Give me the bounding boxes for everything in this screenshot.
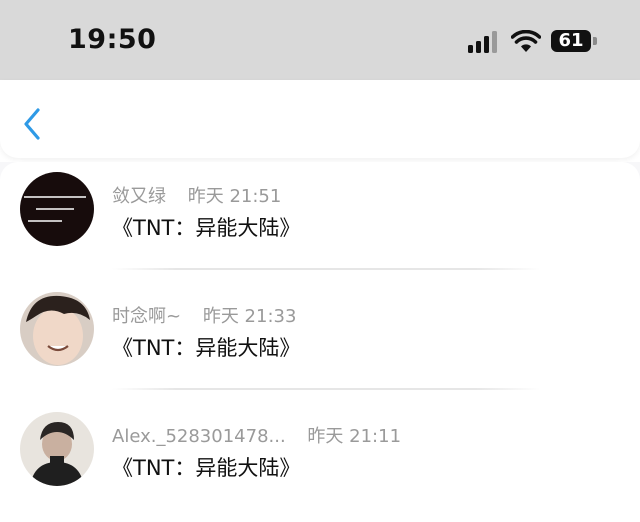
avatar[interactable] — [20, 292, 94, 366]
comment-time: 昨天 21:11 — [307, 426, 402, 447]
list-item[interactable]: 时念啊~ 昨天 21:33 《TNT：异能大陆》 — [0, 282, 640, 402]
battery-icon: 61 — [551, 30, 599, 54]
battery-tip — [593, 37, 597, 45]
user-name[interactable]: 敛又绿 — [112, 186, 166, 207]
comment-meta: Alex._528301478... 昨天 21:11 — [112, 422, 401, 448]
comment-meta: 敛又绿 昨天 21:51 — [112, 182, 281, 208]
comment-text: 《TNT：异能大陆》 — [112, 456, 301, 480]
list-item[interactable]: Alex._528301478... 昨天 21:11 《TNT：异能大陆》 — [0, 402, 640, 522]
comment-time: 昨天 21:51 — [187, 186, 282, 207]
comment-text: 《TNT：异能大陆》 — [112, 336, 301, 360]
user-name[interactable]: 时念啊~ — [112, 306, 181, 327]
list-item[interactable]: 敛又绿 昨天 21:51 《TNT：异能大陆》 — [0, 162, 640, 282]
comment-text: 《TNT：异能大陆》 — [112, 216, 301, 240]
divider — [112, 268, 540, 270]
signal-icon — [468, 31, 497, 53]
battery-level: 61 — [558, 30, 584, 51]
back-button[interactable] — [18, 106, 50, 142]
comment-list: 敛又绿 昨天 21:51 《TNT：异能大陆》 时念啊~ 昨天 21:33 《T… — [0, 162, 640, 502]
dark-text-avatar — [20, 172, 94, 246]
comment-list-card: 敛又绿 昨天 21:51 《TNT：异能大陆》 时念啊~ 昨天 21:33 《T… — [0, 162, 640, 502]
person-avatar — [20, 412, 94, 486]
wifi-icon — [511, 30, 541, 52]
comment-time: 昨天 21:33 — [202, 306, 297, 327]
nav-bar — [0, 80, 640, 158]
avatar[interactable] — [20, 412, 94, 486]
comment-meta: 时念啊~ 昨天 21:33 — [112, 302, 296, 328]
avatar[interactable] — [20, 172, 94, 246]
divider — [112, 388, 540, 390]
smiling-person-avatar — [20, 292, 94, 366]
chevron-left-icon — [24, 108, 40, 140]
status-bar: 19:50 61 — [0, 0, 640, 80]
user-name[interactable]: Alex._528301478... — [112, 426, 286, 447]
status-time: 19:50 — [68, 24, 157, 55]
